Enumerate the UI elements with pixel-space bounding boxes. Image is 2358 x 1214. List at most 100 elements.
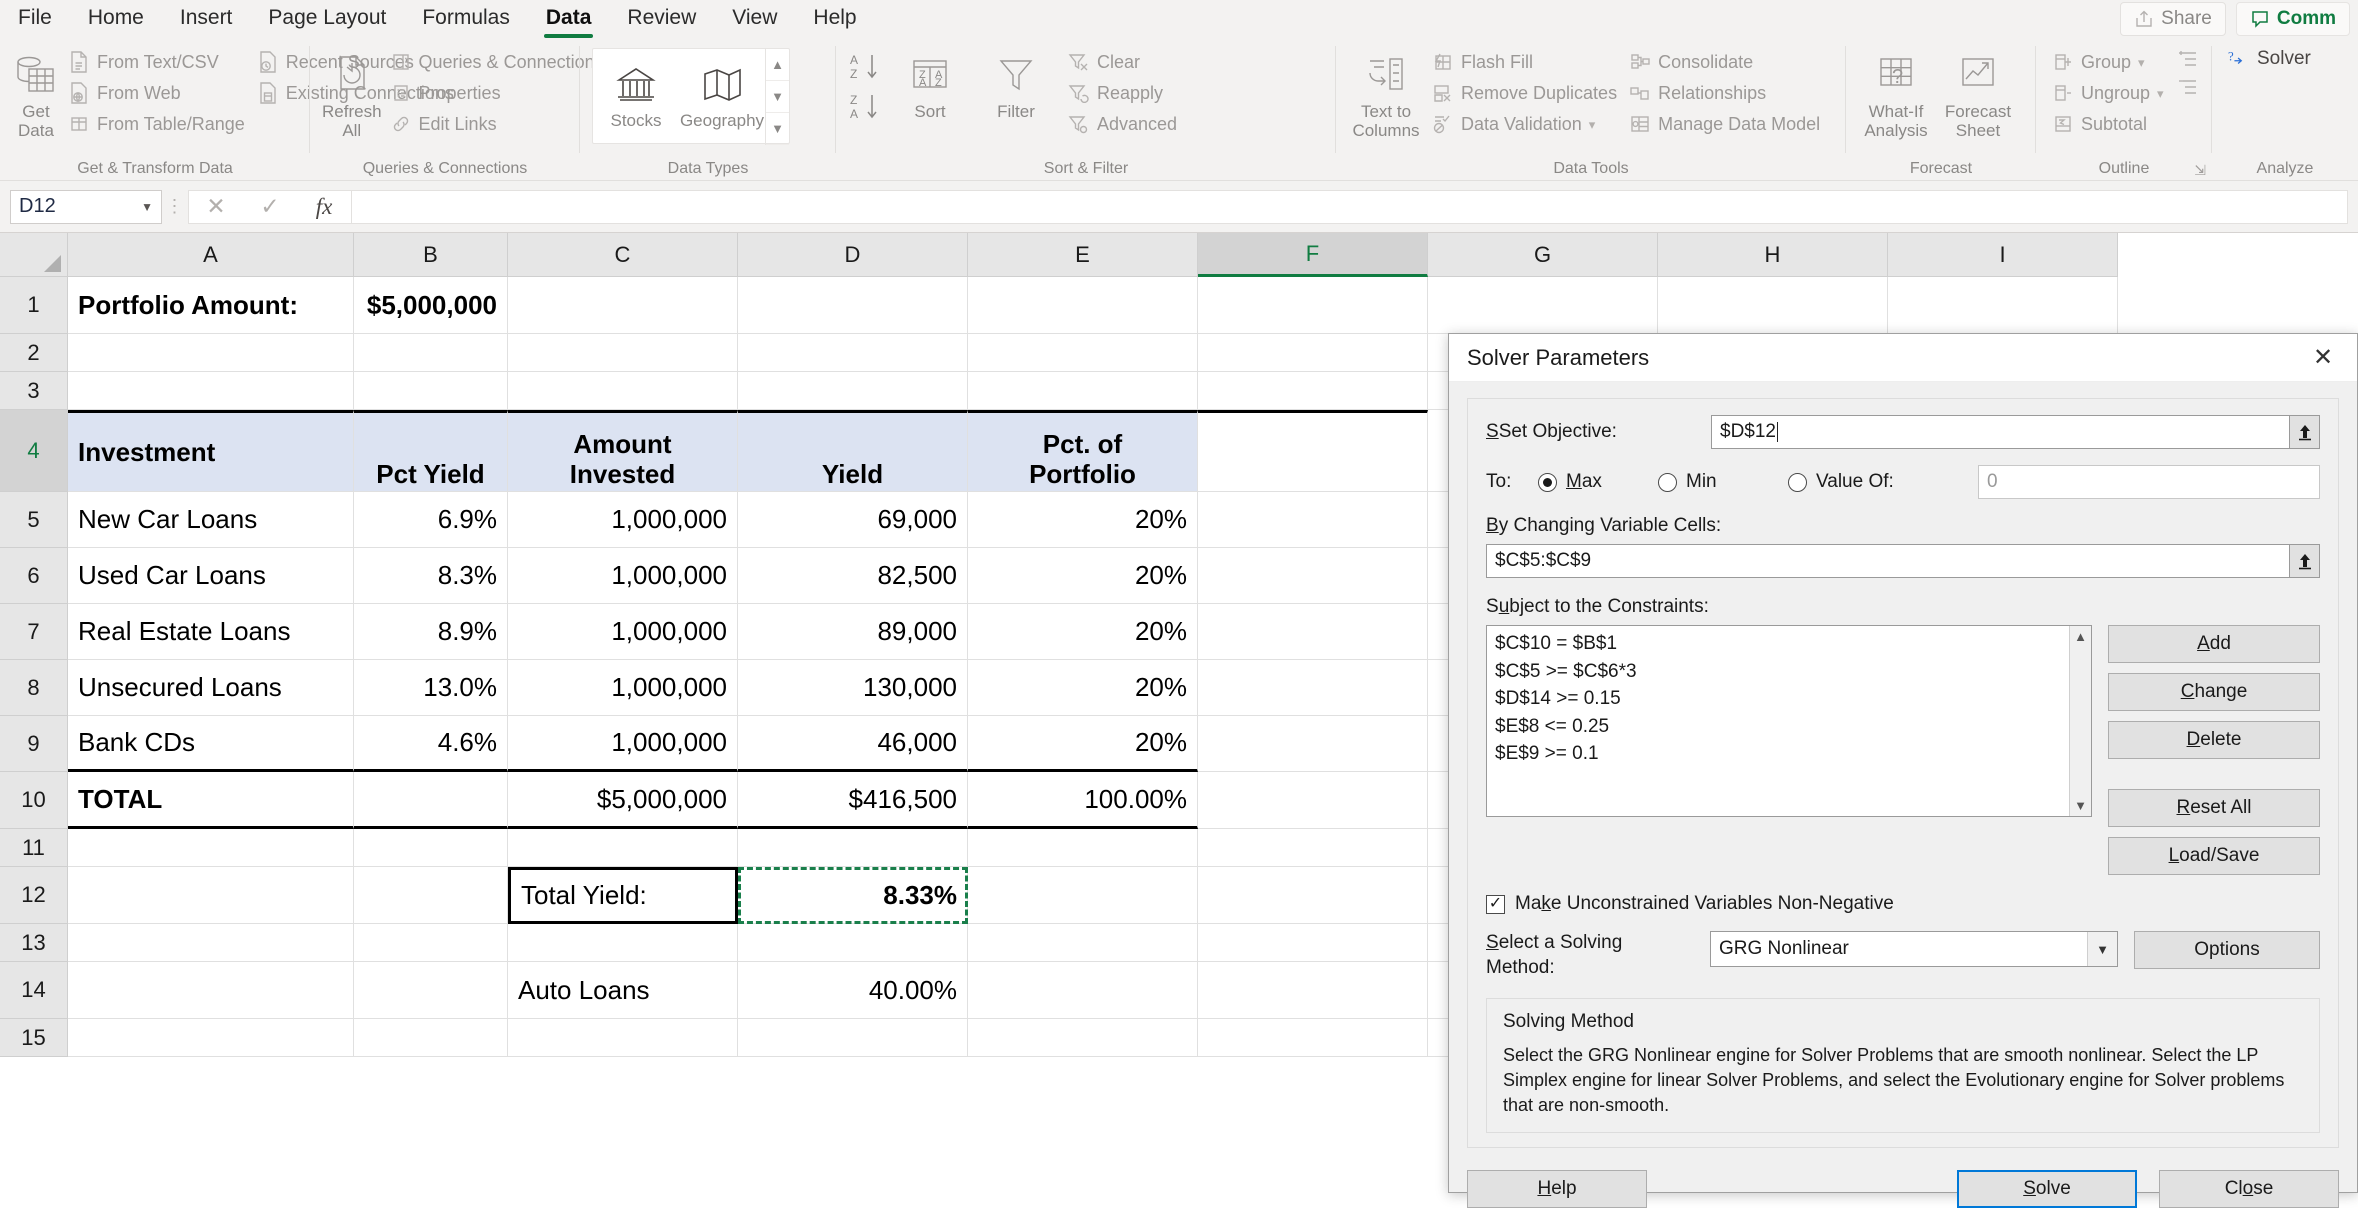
cell-h1[interactable] <box>1658 277 1888 334</box>
tab-insert[interactable]: Insert <box>162 2 251 36</box>
outline-dialog-launcher-icon[interactable]: ⇲ <box>2194 162 2206 179</box>
cell-c1[interactable] <box>508 277 738 334</box>
row-header-3[interactable]: 3 <box>0 372 68 410</box>
cell-d2[interactable] <box>738 334 968 372</box>
cell-e12[interactable] <box>968 867 1198 924</box>
name-box[interactable]: D12 ▼ <box>10 189 162 224</box>
cell-f7[interactable] <box>1198 604 1428 660</box>
group-button[interactable]: Group ▾ <box>2048 48 2168 76</box>
gallery-scroll-up-icon[interactable]: ▲ <box>766 49 789 81</box>
sort-button[interactable]: ZAAZ Sort <box>892 44 968 121</box>
cell-d13[interactable] <box>738 924 968 962</box>
geography-button[interactable]: Geography <box>679 49 765 131</box>
constraint-item[interactable]: $E$8 <= 0.25 <box>1495 713 2061 741</box>
column-header-e[interactable]: E <box>968 233 1198 277</box>
cell-a6[interactable]: Used Car Loans <box>68 548 354 604</box>
cell-f12[interactable] <box>1198 867 1428 924</box>
filter-button[interactable]: Filter <box>978 44 1054 121</box>
cell-c8[interactable]: 1,000,000 <box>508 660 738 716</box>
relationships-button[interactable]: Relationships <box>1625 79 1824 107</box>
close-icon[interactable]: ✕ <box>2295 336 2351 380</box>
cell-b3[interactable] <box>354 372 508 410</box>
nonnegative-checkbox[interactable]: ✓ <box>1486 894 1505 914</box>
cell-e4[interactable]: Pct. of Portfolio <box>968 410 1198 492</box>
cell-c4[interactable]: Amount Invested <box>508 410 738 492</box>
cell-f10[interactable] <box>1198 772 1428 829</box>
cell-c13[interactable] <box>508 924 738 962</box>
chevron-down-icon[interactable]: ▾ <box>2157 87 2164 100</box>
load-save-button[interactable]: LLoad/Saveoad/Save <box>2108 837 2320 875</box>
cell-g1[interactable] <box>1428 277 1658 334</box>
cell-e13[interactable] <box>968 924 1198 962</box>
clear-filter-button[interactable]: Clear <box>1064 48 1181 76</box>
options-button[interactable]: Options <box>2134 931 2320 969</box>
cell-a2[interactable] <box>68 334 354 372</box>
queries-connections-button[interactable]: Queries & Connections <box>386 48 608 76</box>
row-header-1[interactable]: 1 <box>0 277 68 334</box>
cell-c2[interactable] <box>508 334 738 372</box>
cell-b14[interactable] <box>354 962 508 1019</box>
cell-e14[interactable] <box>968 962 1198 1019</box>
cell-a3[interactable] <box>68 372 354 410</box>
share-button[interactable]: Share <box>2120 2 2226 36</box>
cell-b12[interactable] <box>354 867 508 924</box>
max-radio[interactable] <box>1538 472 1557 492</box>
cell-e6[interactable]: 20% <box>968 548 1198 604</box>
row-header-15[interactable]: 15 <box>0 1019 68 1057</box>
cell-a4[interactable]: Investment <box>68 410 354 492</box>
cell-a5[interactable]: New Car Loans <box>68 492 354 548</box>
column-header-i[interactable]: I <box>1888 233 2118 277</box>
refresh-all-button[interactable]: Refresh All <box>322 44 382 140</box>
cell-f6[interactable] <box>1198 548 1428 604</box>
reapply-filter-button[interactable]: Reapply <box>1064 79 1181 107</box>
enter-icon[interactable]: ✓ <box>243 191 297 223</box>
cell-d1[interactable] <box>738 277 968 334</box>
row-header-11[interactable]: 11 <box>0 829 68 867</box>
cell-d8[interactable]: 130,000 <box>738 660 968 716</box>
add-constraint-button[interactable]: AAdddd <box>2108 625 2320 663</box>
value-of-radio[interactable] <box>1788 472 1807 492</box>
properties-button[interactable]: Properties <box>386 79 608 107</box>
cell-f4[interactable] <box>1198 410 1428 492</box>
cell-e15[interactable] <box>968 1019 1198 1057</box>
edit-links-button[interactable]: Edit Links <box>386 110 608 138</box>
cell-d5[interactable]: 69,000 <box>738 492 968 548</box>
cell-a14[interactable] <box>68 962 354 1019</box>
column-header-c[interactable]: C <box>508 233 738 277</box>
gallery-scroll-down-icon[interactable]: ▼ <box>766 81 789 113</box>
cell-a10[interactable]: TOTAL <box>68 772 354 829</box>
cell-b13[interactable] <box>354 924 508 962</box>
row-header-5[interactable]: 5 <box>0 492 68 548</box>
cell-b7[interactable]: 8.9% <box>354 604 508 660</box>
forecast-sheet-button[interactable]: Forecast Sheet <box>1940 44 2016 140</box>
max-radio-option[interactable]: MMaxax <box>1538 471 1658 493</box>
hide-detail-icon[interactable] <box>2176 76 2200 98</box>
cell-b1[interactable]: $5,000,000 <box>354 277 508 334</box>
cell-c9[interactable]: 1,000,000 <box>508 716 738 772</box>
constraint-item[interactable]: $E$9 >= 0.1 <box>1495 740 2061 768</box>
from-table-range-button[interactable]: From Table/Range <box>64 110 249 138</box>
tab-home[interactable]: Home <box>70 2 162 36</box>
cell-c11[interactable] <box>508 829 738 867</box>
row-header-10[interactable]: 10 <box>0 772 68 829</box>
cell-f2[interactable] <box>1198 334 1428 372</box>
gallery-more-icon[interactable]: ▼ <box>766 113 789 145</box>
dialog-titlebar[interactable]: Solver Parameters ✕ <box>1449 334 2357 382</box>
column-header-d[interactable]: D <box>738 233 968 277</box>
tab-help[interactable]: Help <box>795 2 874 36</box>
constraint-item[interactable]: $C$5 >= $C$6*3 <box>1495 658 2061 686</box>
column-header-h[interactable]: H <box>1658 233 1888 277</box>
cell-e10[interactable]: 100.00% <box>968 772 1198 829</box>
cell-e2[interactable] <box>968 334 1198 372</box>
cell-b2[interactable] <box>354 334 508 372</box>
cell-d12[interactable]: 8.33% <box>738 867 968 924</box>
from-text-csv-button[interactable]: From Text/CSV <box>64 48 249 76</box>
column-header-f[interactable]: F <box>1198 233 1428 277</box>
sort-descending-icon[interactable]: ZA <box>848 92 882 122</box>
cell-b9[interactable]: 4.6% <box>354 716 508 772</box>
formula-input[interactable] <box>352 189 2348 224</box>
cell-e11[interactable] <box>968 829 1198 867</box>
cell-d9[interactable]: 46,000 <box>738 716 968 772</box>
cell-d7[interactable]: 89,000 <box>738 604 968 660</box>
chevron-down-icon[interactable]: ▾ <box>1589 118 1596 131</box>
